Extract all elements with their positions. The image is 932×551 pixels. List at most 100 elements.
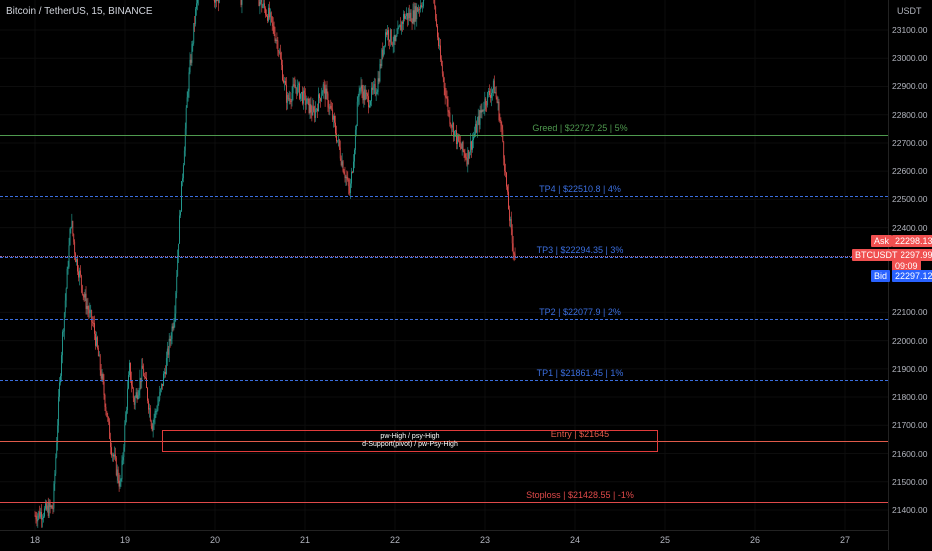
time-tick-label: 23 [479,535,491,545]
candle-body [276,40,278,41]
candle-body [346,176,348,180]
candle-body [374,84,376,95]
candle-body [90,310,92,312]
candle-body [363,89,365,101]
candle-body [145,376,146,378]
candle-body [65,288,67,301]
candle-body [442,73,444,79]
candle-body [291,93,293,102]
candle-body [137,395,139,399]
candle-body [405,13,407,17]
stoploss-level-label: Stoploss | $21428.55 | -1% [526,489,634,500]
candle-body [274,34,276,41]
bid-price-tag: 22297.12 [892,269,932,282]
candle-body [71,221,73,227]
candle-body [130,362,131,380]
candle-body [452,123,454,128]
candle-body [42,517,43,520]
candle-body [79,270,81,276]
price-tick-label: 21600.00 [892,448,928,459]
candle-body [49,503,51,507]
candle-body [401,21,403,31]
support-zone-rectangle[interactable]: pw-High / psy-High d-Support(pivot) / pw… [162,429,658,453]
candle-body [306,98,308,104]
tp3-level-line[interactable] [0,257,888,259]
candle-body [74,241,76,254]
last-price-line [0,256,888,258]
candle-body [507,186,508,192]
candle-body [261,0,263,8]
candle-body [505,171,507,173]
time-tick-label: 20 [209,535,221,545]
candle-body [402,21,404,24]
candle-body [361,85,363,92]
candle-body [193,23,195,44]
candle-body [328,107,330,109]
candle-body [469,152,471,159]
candle-body [119,480,121,487]
candle-body [287,95,289,100]
candle-body [288,98,290,100]
candle-body [355,126,357,130]
candle-body [165,358,167,375]
candle-body [335,122,336,134]
candle-body [58,396,60,426]
candle-body [273,26,275,35]
candle-body [350,183,352,193]
candle-body [192,43,194,44]
tp4-level-line[interactable] [0,196,888,198]
candle-body [89,310,91,314]
candle-body [62,331,64,333]
price-chart-pane[interactable]: Bitcoin / TetherUS, 15, BINANCE Greed | … [0,0,888,530]
candle-body [464,152,466,158]
candle-body [377,78,379,92]
tp1-level-label: TP1 | $21861.45 | 1% [536,367,624,378]
time-tick-label: 18 [29,535,41,545]
candle-body [94,323,95,334]
candle-body [337,139,339,141]
time-tick-label: 19 [119,535,131,545]
candle-body [98,355,100,357]
candle-body [76,259,77,263]
candle-body [354,129,356,151]
candle-body [482,109,484,111]
candle-body [421,5,422,7]
candle-body [508,209,510,221]
candle-body [70,226,72,229]
candle-body [44,508,45,517]
candle-body [471,141,472,150]
candle-body [282,64,283,81]
candle-body [313,106,315,111]
time-axis[interactable]: 18 19 20 21 22 23 24 25 26 27 [0,530,888,551]
candle-body [129,362,130,376]
candle-body [97,348,99,357]
candle-body [510,219,512,230]
candle-body [322,84,324,92]
tp2-level-line[interactable] [0,318,888,320]
greed-level-line[interactable] [0,135,888,137]
candle-body [376,91,378,94]
candle-body [504,158,506,172]
candle-body [190,59,192,63]
candle-body [216,0,217,2]
candle-body [268,7,270,18]
candle-body [489,90,490,96]
candle-body [392,44,394,46]
candle-body [487,92,489,105]
stoploss-level-line[interactable] [0,501,888,503]
candle-body [34,515,36,517]
candle-body [449,112,451,124]
candle-body [405,16,406,19]
candle-body [294,84,296,89]
candle-body [126,409,128,415]
candle-body [180,211,181,216]
candle-body [280,52,282,59]
price-axis[interactable]: USDT 23100.00 23000.00 22900.00 22800.00 227… [871,0,932,550]
candle-body [422,0,424,7]
candle-body [189,59,191,73]
candle-body [388,39,390,42]
candle-body [183,150,185,166]
tp1-level-line[interactable] [0,379,888,381]
candle-body [398,26,400,28]
candle-body [92,321,94,323]
